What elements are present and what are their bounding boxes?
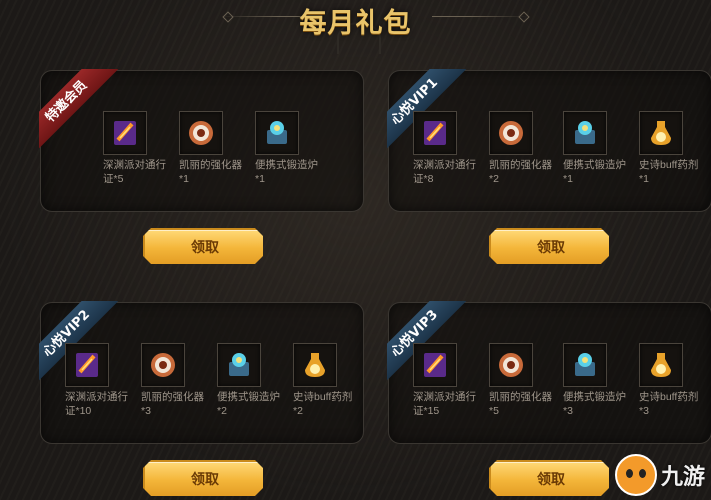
enhancer-icon xyxy=(189,121,213,145)
gift-panel-vip1: 心悦VIP1 深渊派对通行证*8 凯丽的强化器*2 便携式锻造炉*1 史诗buf… xyxy=(387,69,711,212)
item-slot[interactable] xyxy=(639,111,683,155)
watermark-text: 九游 xyxy=(660,465,705,490)
gift-item[interactable]: 凯丽的强化器*2 xyxy=(489,111,552,186)
pass-card-icon xyxy=(114,121,136,145)
forge-icon xyxy=(229,353,249,376)
gift-item[interactable]: 便携式锻造炉*2 xyxy=(217,343,280,418)
watermark-logo-icon xyxy=(614,454,657,496)
gift-item[interactable]: 便携式锻造炉*1 xyxy=(255,111,318,186)
item-name: 便携式锻造炉*3 xyxy=(563,391,626,417)
gift-item[interactable]: 深渊派对通行证*15 xyxy=(413,343,476,418)
enhancer-icon xyxy=(499,121,523,145)
item-slot[interactable] xyxy=(563,343,607,387)
item-slot[interactable] xyxy=(413,111,457,155)
gift-item[interactable]: 史诗buff药剂*1 xyxy=(639,111,699,186)
claim-button-vip2[interactable]: 领取 xyxy=(143,460,263,496)
pass-card-icon xyxy=(424,353,446,377)
gift-item[interactable]: 史诗buff药剂*3 xyxy=(639,343,699,418)
gift-item[interactable]: 凯丽的强化器*3 xyxy=(141,343,204,418)
gift-item[interactable]: 深渊派对通行证*5 xyxy=(103,111,166,186)
item-name: 凯丽的强化器*2 xyxy=(489,159,552,185)
item-name: 深渊派对通行证*10 xyxy=(65,391,128,417)
forge-icon xyxy=(575,353,595,376)
forge-icon xyxy=(267,121,287,144)
item-name: 便携式锻造炉*1 xyxy=(255,159,318,185)
item-slot[interactable] xyxy=(413,343,457,387)
item-name: 史诗buff药剂*1 xyxy=(639,159,699,185)
gift-panel-vip2: 心悦VIP2 深渊派对通行证*10 凯丽的强化器*3 便携式锻造炉*2 史诗bu… xyxy=(39,301,364,444)
forge-icon xyxy=(575,121,595,144)
gift-item[interactable]: 便携式锻造炉*3 xyxy=(563,343,626,418)
item-slot[interactable] xyxy=(255,111,299,155)
enhancer-icon xyxy=(499,353,523,377)
gift-item[interactable]: 深渊派对通行证*10 xyxy=(65,343,128,418)
page-title: 每月礼包 xyxy=(299,8,412,39)
item-name: 凯丽的强化器*3 xyxy=(141,391,204,417)
gift-panel-special-member: 特邀会员 深渊派对通行证*5 凯丽的强化器*1 便携式锻造炉*1 xyxy=(39,69,364,212)
item-slot[interactable] xyxy=(293,343,337,387)
item-slot[interactable] xyxy=(563,111,607,155)
gift-item[interactable]: 深渊派对通行证*8 xyxy=(413,111,476,186)
item-slot[interactable] xyxy=(489,343,533,387)
item-name: 史诗buff药剂*2 xyxy=(293,391,353,417)
header: 每月礼包 xyxy=(0,0,711,54)
watermark: 九游 xyxy=(614,454,705,496)
pass-card-icon xyxy=(76,353,98,377)
potion-icon xyxy=(651,353,671,377)
claim-button-special-member[interactable]: 领取 xyxy=(143,228,263,264)
item-slot[interactable] xyxy=(217,343,261,387)
item-slot[interactable] xyxy=(65,343,109,387)
item-slot[interactable] xyxy=(179,111,223,155)
item-name: 凯丽的强化器*5 xyxy=(489,391,552,417)
claim-button-vip3[interactable]: 领取 xyxy=(489,460,609,496)
item-name: 便携式锻造炉*1 xyxy=(563,159,626,185)
item-name: 深渊派对通行证*5 xyxy=(103,159,166,185)
potion-icon xyxy=(651,121,671,145)
item-name: 深渊派对通行证*15 xyxy=(413,391,476,417)
gift-item[interactable]: 便携式锻造炉*1 xyxy=(563,111,626,186)
gift-item[interactable]: 史诗buff药剂*2 xyxy=(293,343,353,418)
enhancer-icon xyxy=(151,353,175,377)
item-slot[interactable] xyxy=(103,111,147,155)
gift-panel-vip3: 心悦VIP3 深渊派对通行证*15 凯丽的强化器*5 便携式锻造炉*3 史诗bu… xyxy=(387,301,711,444)
item-name: 深渊派对通行证*8 xyxy=(413,159,476,185)
item-name: 便携式锻造炉*2 xyxy=(217,391,280,417)
gift-item[interactable]: 凯丽的强化器*1 xyxy=(179,111,242,186)
item-name: 凯丽的强化器*1 xyxy=(179,159,242,185)
pass-card-icon xyxy=(424,121,446,145)
item-slot[interactable] xyxy=(489,111,533,155)
item-slot[interactable] xyxy=(141,343,185,387)
claim-button-vip1[interactable]: 领取 xyxy=(489,228,609,264)
gift-item[interactable]: 凯丽的强化器*5 xyxy=(489,343,552,418)
item-name: 史诗buff药剂*3 xyxy=(639,391,699,417)
potion-icon xyxy=(305,353,325,377)
item-slot[interactable] xyxy=(639,343,683,387)
